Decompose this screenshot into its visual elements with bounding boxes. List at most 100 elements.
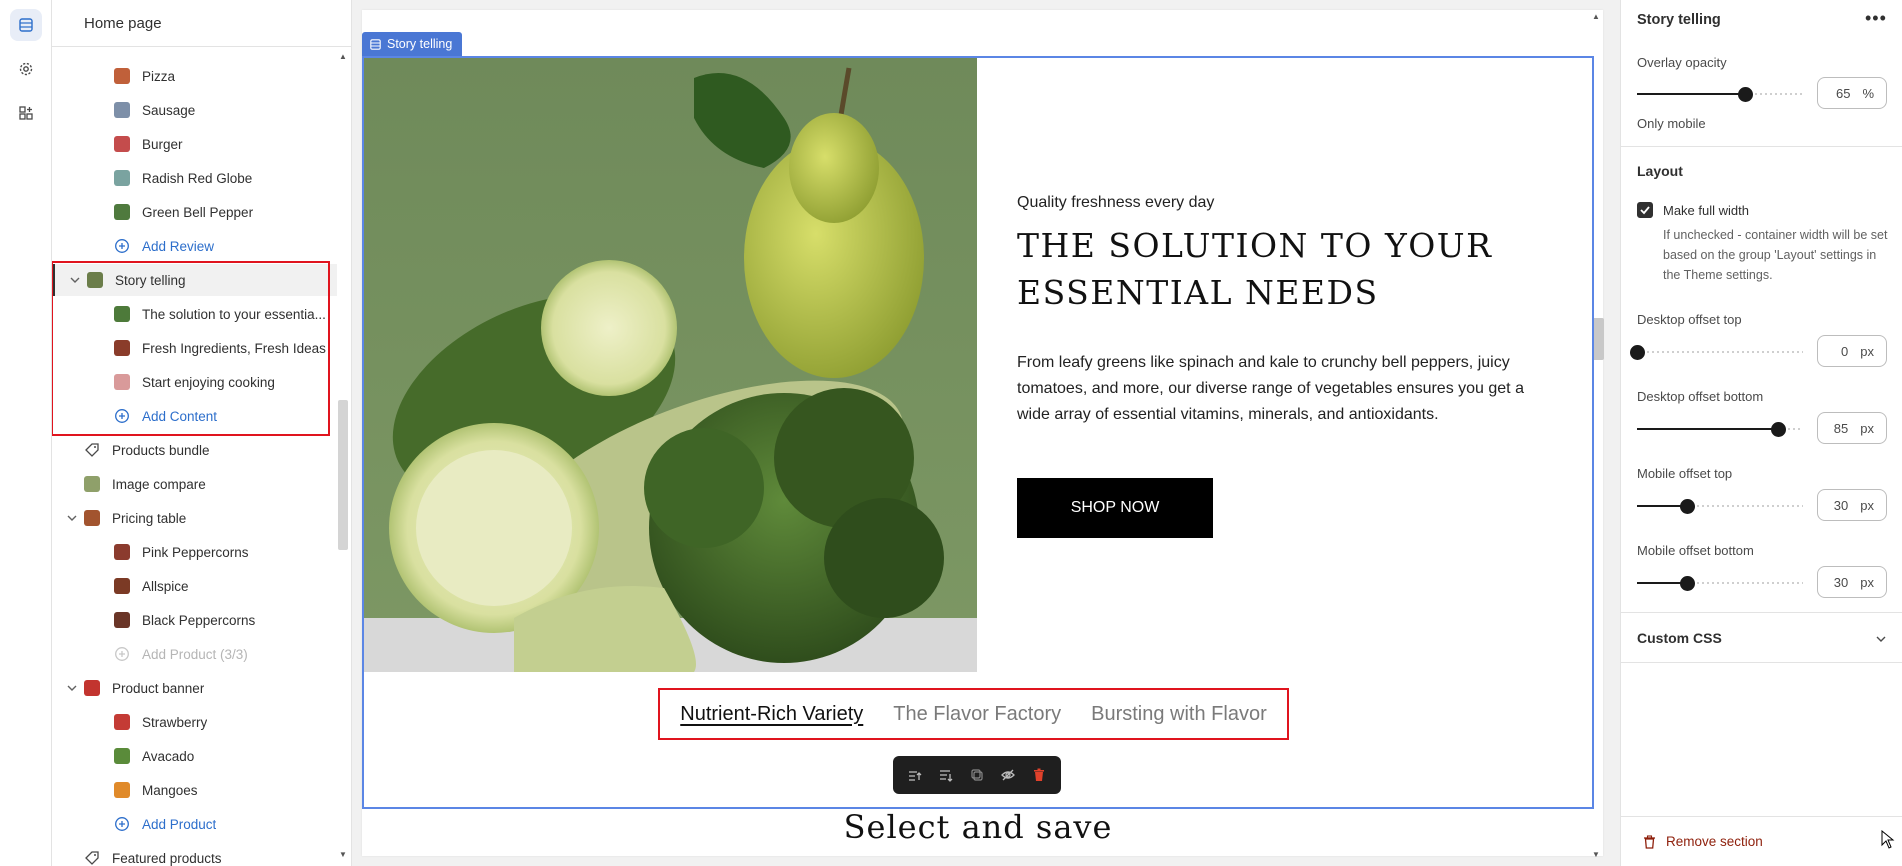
mobile-offset-bottom-label: Mobile offset bottom [1637,543,1754,558]
px-unit: px [1860,497,1874,513]
mobile-offset-bottom-value[interactable]: 30 [1834,575,1848,590]
tree-item-label: Products bundle [112,442,210,458]
story-content: Quality freshness every day THE SOLUTION… [1017,194,1557,538]
tree-item-label: Featured products [112,850,222,866]
sections-icon[interactable] [10,9,42,41]
move-down-icon[interactable] [938,767,954,783]
tree-item-label: Story telling [115,272,186,288]
chevron-down-icon[interactable] [1875,633,1887,645]
headline-line-2: ESSENTIAL NEEDS [1017,273,1379,312]
thumbnail-image [114,578,130,594]
desktop-offset-bottom-slider[interactable] [1637,422,1803,437]
make-full-width-checkbox[interactable] [1637,202,1653,218]
tree-item-label: Start enjoying cooking [142,374,275,390]
tree-block-item[interactable]: Pizza [52,60,337,92]
desktop-offset-top-input[interactable]: 0 px [1817,335,1887,367]
desktop-offset-top-slider[interactable] [1630,345,1803,360]
tree-block-item[interactable]: Allspice [52,570,337,602]
tree-scrollbar[interactable] [338,400,348,550]
mobile-offset-top-slider[interactable] [1637,499,1803,514]
thumbnail-image [114,136,130,152]
tree-item-label: Add Review [142,238,215,254]
gear-icon[interactable] [10,53,42,85]
delete-icon[interactable] [1031,767,1047,783]
apps-icon[interactable] [10,97,42,129]
tab-the-flavor-factory[interactable]: The Flavor Factory [893,703,1061,726]
tree-section-item[interactable]: Pricing table [52,502,337,534]
tree-block-item[interactable]: Pink Peppercorns [52,536,337,568]
mobile-offset-top-input[interactable]: 30 px [1817,489,1887,521]
duplicate-icon[interactable] [969,767,985,783]
chevron-down-icon[interactable] [66,682,78,694]
tree-block-item[interactable]: Burger [52,128,337,160]
content-tabs: Nutrient-Rich Variety The Flavor Factory… [658,688,1289,740]
move-up-icon[interactable] [907,767,923,783]
tree-block-item[interactable]: Avacado [52,740,337,772]
desktop-offset-bottom-value[interactable]: 85 [1834,421,1848,436]
tree-section-item[interactable]: Products bundle [52,434,337,466]
remove-section-button[interactable]: Remove section [1643,834,1763,849]
tree-block-item[interactable]: Start enjoying cooking [52,366,337,398]
tree-block-item[interactable]: Sausage [52,94,337,126]
tree-block-item[interactable]: Radish Red Globe [52,162,337,194]
add-item-button[interactable]: Add Content [52,400,337,432]
tab-nutrient-rich-variety[interactable]: Nutrient-Rich Variety [680,703,863,726]
tree-section-item[interactable]: Product banner [52,672,337,704]
plus-circle-icon [115,817,129,831]
more-options-icon[interactable]: ••• [1865,8,1887,29]
overlay-opacity-value[interactable]: 65 [1836,86,1850,101]
section-tag[interactable]: Story telling [362,32,463,56]
desktop-offset-top-value[interactable]: 0 [1841,344,1848,359]
desktop-offset-bottom-input[interactable]: 85 px [1817,412,1887,444]
overlay-opacity-label: Overlay opacity [1637,55,1727,70]
thumbnail-image [87,272,103,288]
theme-editor: Home page Pizza Sausage Burger Radish Red G… [0,0,1902,866]
chevron-down-icon[interactable] [66,512,78,524]
add-item-button[interactable]: Add Review [52,230,337,262]
add-item-button[interactable]: Add Product [52,808,337,840]
hide-icon[interactable] [1000,767,1016,783]
px-unit: px [1860,420,1874,436]
headline: THE SOLUTION TO YOUR ESSENTIAL NEEDS [1017,222,1557,316]
tree-item-label: Sausage [142,102,196,118]
tree-item-label: Green Bell Pepper [142,204,254,220]
scroll-up-arrow-icon[interactable]: ▲ [339,52,347,61]
tree-section-item[interactable]: Story telling [52,264,337,296]
tree-item-label: Pizza [142,68,176,84]
chevron-down-icon[interactable] [69,274,81,286]
mobile-offset-bottom-input[interactable]: 30 px [1817,566,1887,598]
thumbnail-image [114,306,130,322]
px-unit: px [1860,343,1874,359]
layout-heading: Layout [1637,163,1683,179]
tree-block-item[interactable]: The solution to your essentia... [52,298,337,330]
make-full-width-label[interactable]: Make full width [1663,203,1749,218]
tree-block-item[interactable]: Green Bell Pepper [52,196,337,228]
tree-block-item[interactable]: Mangoes [52,774,337,806]
mobile-offset-bottom-slider[interactable] [1637,576,1803,591]
canvas-scroll-up-icon[interactable]: ▲ [1592,12,1600,21]
custom-css-heading[interactable]: Custom CSS [1637,630,1722,646]
page-title: Home page [52,0,351,47]
tree-block-item[interactable]: Strawberry [52,706,337,738]
scroll-down-arrow-icon[interactable]: ▼ [339,850,347,859]
canvas-scroll-down-icon[interactable]: ▼ [1592,850,1600,859]
plus-circle-icon [115,409,129,423]
tree-section-item[interactable]: Featured products [52,842,337,866]
tree-item-label: Burger [142,136,183,152]
tree-section-item[interactable]: Image compare [52,468,337,500]
divider [1621,612,1902,613]
overlay-opacity-input[interactable]: 65% [1817,77,1887,109]
tree-block-item[interactable]: Black Peppercorns [52,604,337,636]
thumbnail-image [114,782,130,798]
tree-block-item[interactable]: Fresh Ingredients, Fresh Ideas [52,332,337,364]
mobile-offset-top-label: Mobile offset top [1637,466,1733,481]
thumbnail-image [114,544,130,560]
shop-now-button[interactable]: SHOP NOW [1017,478,1213,538]
tree-item-label: Add Product [142,816,217,832]
section-toolbar [893,756,1061,794]
tab-bursting-with-flavor[interactable]: Bursting with Flavor [1091,703,1267,726]
tree-item-label: Strawberry [142,714,208,730]
mobile-offset-top-value[interactable]: 30 [1834,498,1848,513]
overlay-opacity-slider[interactable] [1637,87,1803,102]
desktop-offset-top-label: Desktop offset top [1637,312,1742,327]
